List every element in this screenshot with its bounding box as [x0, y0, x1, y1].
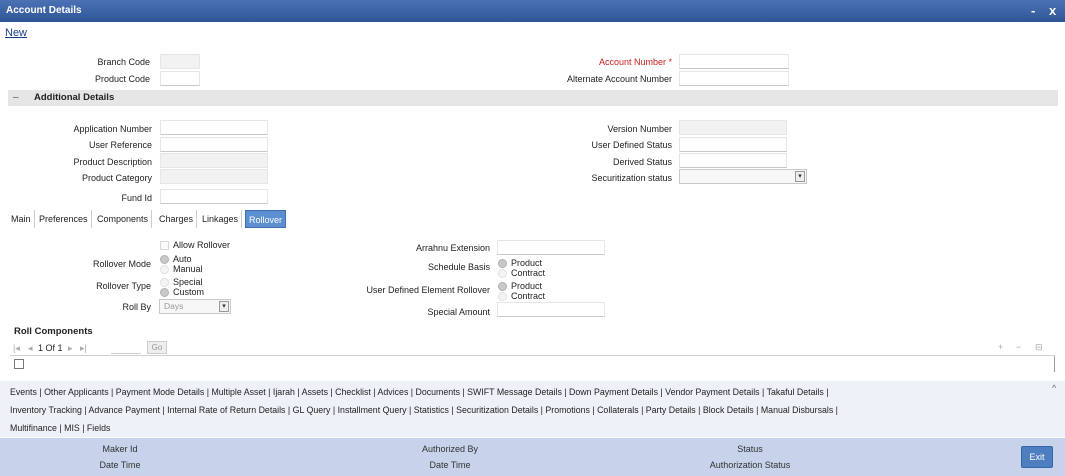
- authorized-by-label: Authorized By: [421, 444, 479, 454]
- mode-manual-radio[interactable]: [160, 265, 169, 274]
- securitization-status-select[interactable]: ▾: [679, 169, 807, 184]
- roll-components-grid: [10, 355, 1055, 372]
- additional-details-header[interactable]: – Additional Details: [8, 90, 1058, 106]
- roll-by-value: Days: [164, 301, 184, 311]
- product-code-field[interactable]: [160, 71, 200, 86]
- securitization-status-label: Securitization status: [591, 173, 672, 183]
- grid-divider: [1054, 356, 1055, 372]
- type-special-radio[interactable]: [160, 278, 169, 287]
- remove-row-icon[interactable]: −: [1016, 342, 1021, 352]
- udf-rollover-contract-radio[interactable]: [498, 292, 507, 301]
- tab-preferences[interactable]: Preferences: [36, 210, 92, 228]
- new-link[interactable]: New: [5, 27, 27, 39]
- arrahnu-extension-label: Arrahnu Extension: [415, 243, 490, 253]
- mode-manual-label: Manual: [173, 264, 203, 274]
- branch-code-field[interactable]: [160, 54, 200, 69]
- maker-date-time-label: Date Time: [99, 460, 141, 470]
- schedule-basis-product-radio[interactable]: [498, 259, 507, 268]
- tab-main[interactable]: Main: [8, 210, 35, 228]
- chevron-down-icon[interactable]: ▾: [795, 171, 805, 182]
- tab-components[interactable]: Components: [94, 210, 153, 228]
- last-page-icon[interactable]: ▸|: [80, 343, 87, 354]
- account-number-field[interactable]: [679, 54, 789, 69]
- subsystem-links-row-3[interactable]: Multifinance | MIS | Fields: [10, 423, 110, 433]
- alternate-account-number-label: Alternate Account Number: [566, 74, 672, 84]
- version-number-field[interactable]: [679, 120, 787, 135]
- tab-rollover[interactable]: Rollover: [245, 210, 287, 228]
- page-info: 1 Of 1: [38, 343, 63, 353]
- maker-id-label: Maker Id: [102, 444, 138, 454]
- close-button[interactable]: x: [1049, 3, 1056, 18]
- schedule-basis-contract-radio[interactable]: [498, 269, 507, 278]
- user-reference-field[interactable]: [160, 137, 268, 152]
- udf-rollover-label: User Defined Element Rollover: [366, 285, 490, 295]
- minimize-button[interactable]: -: [1031, 3, 1035, 18]
- roll-by-select[interactable]: Days ▾: [159, 299, 231, 314]
- rollover-mode-label: Rollover Mode: [92, 259, 151, 269]
- next-page-icon[interactable]: ▸: [68, 343, 73, 354]
- branch-code-label: Branch Code: [97, 57, 150, 67]
- window-title: Account Details: [6, 5, 82, 16]
- first-page-icon[interactable]: |◂: [13, 343, 20, 354]
- user-reference-label: User Reference: [88, 140, 152, 150]
- alternate-account-number-field[interactable]: [679, 71, 789, 86]
- type-custom-label: Custom: [173, 287, 205, 297]
- roll-by-label: Roll By: [122, 302, 151, 312]
- product-description-label: Product Description: [73, 157, 152, 167]
- product-description-field[interactable]: [160, 153, 268, 168]
- schedule-basis-product-label: Product: [511, 258, 543, 268]
- pager: |◂ ◂ 1 Of 1 ▸ ▸| Go + − ⊟: [10, 341, 1060, 355]
- go-button[interactable]: Go: [147, 341, 167, 354]
- application-number-field[interactable]: [160, 120, 268, 135]
- udf-rollover-contract-label: Contract: [511, 291, 546, 301]
- special-amount-field[interactable]: [497, 302, 605, 317]
- collapse-icon[interactable]: –: [13, 92, 19, 103]
- product-category-field[interactable]: [160, 169, 268, 184]
- select-all-checkbox[interactable]: [14, 359, 24, 369]
- prev-page-icon[interactable]: ◂: [28, 343, 33, 354]
- special-amount-label: Special Amount: [427, 307, 490, 317]
- window-titlebar: Account Details - x: [0, 0, 1065, 22]
- authorization-status-label: Authorization Status: [709, 460, 791, 470]
- add-row-icon[interactable]: +: [998, 342, 1003, 352]
- roll-components-title: Roll Components: [14, 326, 93, 337]
- scroll-up-caret-icon[interactable]: ^: [1052, 383, 1056, 393]
- derived-status-field[interactable]: [679, 153, 787, 168]
- user-defined-status-label: User Defined Status: [591, 140, 672, 150]
- arrahnu-extension-field[interactable]: [497, 240, 605, 255]
- fund-id-label: Fund Id: [121, 193, 152, 203]
- version-number-label: Version Number: [607, 124, 672, 134]
- derived-status-label: Derived Status: [612, 157, 672, 167]
- mode-auto-radio[interactable]: [160, 255, 169, 264]
- subsystem-links-row-1[interactable]: Events | Other Applicants | Payment Mode…: [10, 387, 829, 397]
- allow-rollover-checkbox[interactable]: [160, 241, 169, 250]
- allow-rollover-label: Allow Rollover: [173, 240, 231, 250]
- type-special-label: Special: [173, 277, 203, 287]
- additional-details-title: Additional Details: [34, 92, 115, 103]
- udf-rollover-product-label: Product: [511, 281, 543, 291]
- subsystem-links-row-2[interactable]: Inventory Tracking | Advance Payment | I…: [10, 405, 838, 415]
- user-defined-status-field[interactable]: [679, 137, 787, 152]
- single-view-icon[interactable]: ⊟: [1035, 342, 1043, 353]
- application-number-label: Application Number: [73, 124, 152, 134]
- schedule-basis-contract-label: Contract: [511, 268, 546, 278]
- checker-date-time-label: Date Time: [429, 460, 471, 470]
- page-number-input[interactable]: [111, 341, 141, 354]
- schedule-basis-label: Schedule Basis: [427, 262, 490, 272]
- chevron-down-icon[interactable]: ▾: [219, 301, 229, 312]
- mode-auto-label: Auto: [173, 254, 192, 264]
- udf-rollover-product-radio[interactable]: [498, 282, 507, 291]
- subsystem-links: Events | Other Applicants | Payment Mode…: [0, 381, 1065, 437]
- product-code-label: Product Code: [94, 74, 150, 84]
- fund-id-field[interactable]: [160, 189, 268, 204]
- tab-linkages[interactable]: Linkages: [199, 210, 243, 228]
- audit-footer: Maker Id Date Time Authorized By Date Ti…: [0, 438, 1065, 476]
- exit-button[interactable]: Exit: [1021, 446, 1053, 468]
- product-category-label: Product Category: [81, 173, 152, 183]
- tab-charges[interactable]: Charges: [156, 210, 198, 228]
- account-number-label: Account Number *: [598, 57, 672, 67]
- status-label: Status: [737, 444, 763, 454]
- rollover-type-label: Rollover Type: [96, 281, 151, 291]
- type-custom-radio[interactable]: [160, 288, 169, 297]
